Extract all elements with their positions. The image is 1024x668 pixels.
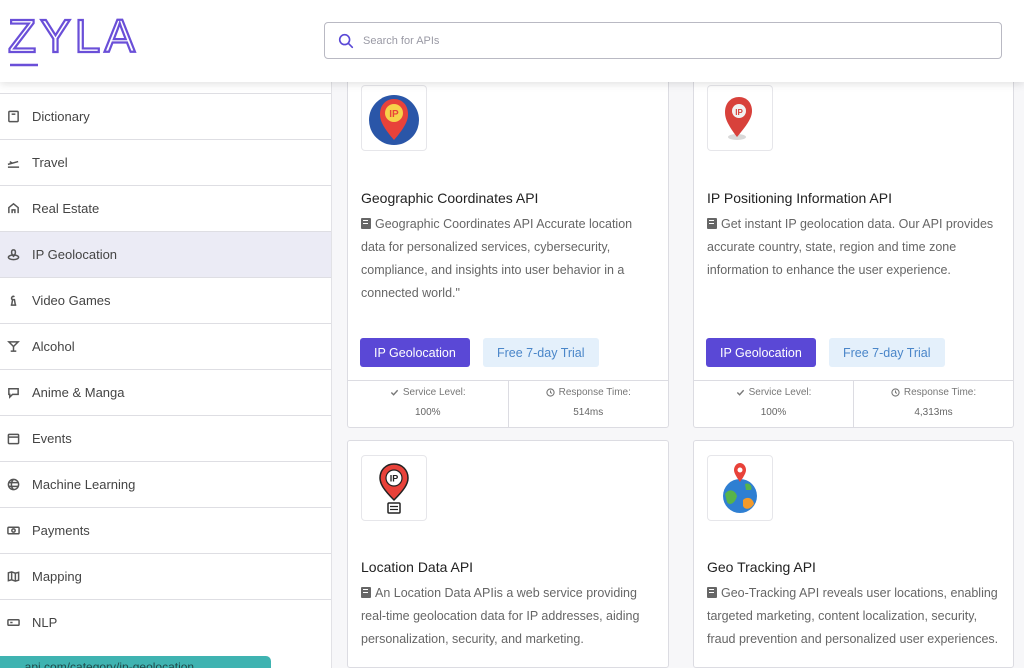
sidebar-item-label: Payments <box>32 523 90 538</box>
api-title[interactable]: Geographic Coordinates API <box>361 190 538 206</box>
chess-icon <box>6 294 20 308</box>
api-description: An Location Data APIis a web service pro… <box>361 586 640 646</box>
svg-text:ZYLA: ZYLA <box>8 10 138 62</box>
category-list: Dictionary Travel Real Estate IP Geoloca… <box>0 93 331 645</box>
map-icon <box>6 570 20 584</box>
free-trial-button[interactable]: Free 7-day Trial <box>829 338 945 367</box>
calendar-icon <box>6 432 20 446</box>
category-button[interactable]: IP Geolocation <box>706 338 816 367</box>
top-header: ZYLA <box>0 0 1024 82</box>
link-preview-tooltip: ..api.com/category/ip-geolocation <box>0 656 271 668</box>
check-icon <box>736 389 744 396</box>
response-time: Response Time: 4,313ms <box>853 381 1013 427</box>
api-logo <box>707 455 773 521</box>
free-trial-button[interactable]: Free 7-day Trial <box>483 338 599 367</box>
sidebar-item-machine-learning[interactable]: Machine Learning <box>0 461 331 507</box>
zyla-logo[interactable]: ZYLA <box>8 10 138 68</box>
category-button[interactable]: IP Geolocation <box>360 338 470 367</box>
api-stats: Service Level: 100% Response Time: 514ms <box>348 380 668 427</box>
sidebar-item-label: IP Geolocation <box>32 247 118 262</box>
sidebar-item-mapping[interactable]: Mapping <box>0 553 331 599</box>
sidebar-item-label: Real Estate <box>32 201 100 216</box>
globe-icon <box>6 478 20 492</box>
clock-icon <box>545 388 555 397</box>
api-card[interactable]: IP Location Data API An Location Data AP… <box>347 440 669 668</box>
api-card[interactable]: IP IP Positioning Information API Get in… <box>693 70 1014 428</box>
api-description: Get instant IP geolocation data. Our API… <box>707 217 994 277</box>
sidebar-item-real-estate[interactable]: Real Estate <box>0 185 331 231</box>
glass-icon <box>6 340 20 354</box>
ip-pin-blue-circle-icon: IP <box>369 95 419 145</box>
search-input[interactable] <box>363 30 963 52</box>
book-icon <box>707 218 717 229</box>
sidebar-item-label: Events <box>32 431 72 446</box>
sidebar-item-label: Dictionary <box>32 109 90 124</box>
sidebar-item-label: Video Games <box>32 293 111 308</box>
api-stats: Service Level: 100% Response Time: 4,313… <box>694 380 1013 427</box>
sidebar-item-label: Mapping <box>32 569 82 584</box>
check-icon <box>390 389 398 396</box>
api-title[interactable]: IP Positioning Information API <box>707 190 892 206</box>
sidebar-item-travel[interactable]: Travel <box>0 139 331 185</box>
api-description: Geographic Coordinates API Accurate loca… <box>361 217 633 300</box>
sidebar-item-label: NLP <box>32 615 58 630</box>
api-card[interactable]: IP Geographic Coordinates API Geographic… <box>347 70 669 428</box>
sidebar-item-video-games[interactable]: Video Games <box>0 277 331 323</box>
response-time: Response Time: 514ms <box>507 381 669 427</box>
sidebar-item-nlp[interactable]: NLP <box>0 599 331 645</box>
language-icon <box>6 616 20 630</box>
api-logo: IP <box>361 85 427 151</box>
sidebar-item-anime-manga[interactable]: Anime & Manga <box>0 369 331 415</box>
api-title[interactable]: Geo Tracking API <box>707 559 816 575</box>
svg-text:IP: IP <box>735 108 743 117</box>
clock-icon <box>891 388 900 397</box>
sidebar-item-label: Alcohol <box>32 339 75 354</box>
globe-pin-icon <box>723 463 757 513</box>
sidebar-item-dictionary[interactable]: Dictionary <box>0 93 331 139</box>
search-bar[interactable] <box>324 22 1002 59</box>
sidebar-item-alcohol[interactable]: Alcohol <box>0 323 331 369</box>
svg-text:IP: IP <box>390 474 399 484</box>
api-logo: IP <box>361 455 427 521</box>
book-icon <box>707 587 717 598</box>
api-card[interactable]: Geo Tracking API Geo-Tracking API reveal… <box>693 440 1014 668</box>
api-description: Geo-Tracking API reveals user locations,… <box>707 586 999 646</box>
chat-bubble-icon <box>6 386 20 400</box>
book-icon <box>361 218 371 229</box>
house-icon <box>6 202 20 216</box>
money-icon <box>6 524 20 538</box>
geolocation-icon <box>6 248 20 262</box>
ip-pin-red-icon: IP <box>725 97 752 140</box>
sidebar-item-ip-geolocation[interactable]: IP Geolocation <box>0 231 331 277</box>
search-icon <box>338 33 354 49</box>
category-sidebar: Dictionary Travel Real Estate IP Geoloca… <box>0 82 332 668</box>
book-icon <box>6 110 20 124</box>
service-level: Service Level: 100% <box>694 381 853 427</box>
book-icon <box>361 587 371 598</box>
api-title[interactable]: Location Data API <box>361 559 473 575</box>
sidebar-item-label: Machine Learning <box>32 477 136 492</box>
api-logo: IP <box>707 85 773 151</box>
sidebar-item-events[interactable]: Events <box>0 415 331 461</box>
ip-pin-server-icon: IP <box>379 463 409 514</box>
sidebar-item-label: Anime & Manga <box>32 385 125 400</box>
sidebar-item-label: Travel <box>32 155 68 170</box>
svg-text:IP: IP <box>389 109 399 120</box>
plane-icon <box>6 156 20 170</box>
service-level: Service Level: 100% <box>348 381 508 427</box>
sidebar-item-payments[interactable]: Payments <box>0 507 331 553</box>
